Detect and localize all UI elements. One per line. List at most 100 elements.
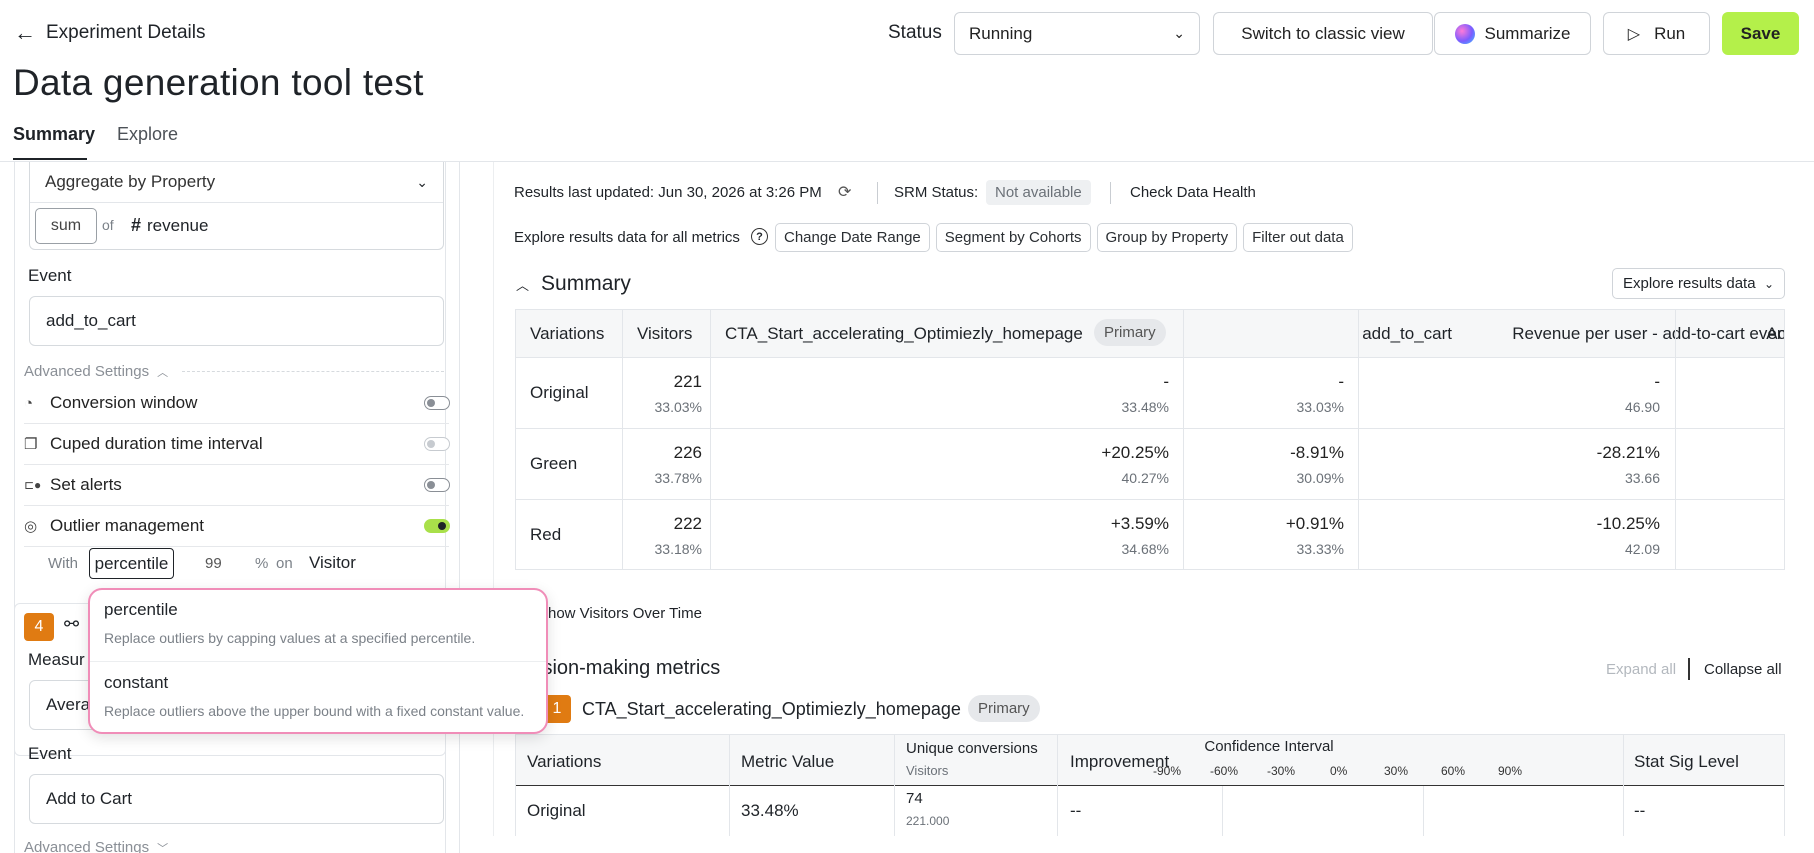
status-value: Running [969,23,1033,43]
summary-title: Summary [541,272,631,295]
revenue-value: 33.66 [1624,470,1660,486]
mt-header-ci: Confidence Interval [1204,738,1334,755]
chevron-down-icon: ⌄ [1763,276,1774,291]
alerts-toggle[interactable] [424,478,450,492]
outlier-method-dropdown: percentile Replace outliers by capping v… [88,588,548,734]
with-label: With [48,555,78,572]
setting-outlier: ◎ Outlier management [24,506,449,547]
event-value-2: Add to Cart [46,789,132,808]
setting-conversion-window: ◔ Conversion window [24,383,449,424]
table-row[interactable]: Red 222 33.18% +3.59% 34.68% +0.91% 33.3… [516,500,1784,569]
revenue-property[interactable]: # revenue [131,215,208,236]
page-bottom-fade [493,836,1814,853]
tab-summary[interactable]: Summary [13,124,95,145]
summarize-button[interactable]: Summarize [1434,12,1591,55]
percentile-value[interactable]: 99 [205,555,222,572]
status-select[interactable]: Running ⌄ [954,12,1200,55]
cuped-toggle[interactable] [424,437,450,451]
revenue-improvement: -28.21% [1596,443,1660,462]
cta-value: 40.27% [1121,470,1169,486]
ci-tick: 0% [1330,764,1348,778]
table-row[interactable]: Original 221 33.03% - 33.48% - 33.03% - … [516,358,1784,429]
explore-results-button[interactable]: Explore results data ⌄ [1612,268,1785,299]
dropdown-option-constant[interactable]: constant Replace outliers above the uppe… [90,662,546,732]
event-input[interactable]: add_to_cart [29,296,444,346]
help-icon[interactable]: ? [751,228,768,245]
sum-input[interactable]: sum [35,208,97,244]
summary-collapse[interactable]: ︿ Summary [516,272,631,296]
back-button[interactable]: ← Experiment Details [14,22,205,44]
event-label-2: Event [28,744,72,763]
revenue-improvement: - [1654,372,1660,391]
ci-tick: -60% [1210,764,1239,778]
divider [877,182,878,204]
status-label: Status [888,22,942,43]
primary-badge: Primary [1094,319,1166,346]
metric-primary-badge: Primary [968,695,1040,722]
outlier-toggle[interactable] [424,519,450,533]
cta-improvement: +20.25% [1101,443,1169,462]
table-row[interactable]: Original 33.48% 74 221.000 -- -- [516,786,1784,832]
page-title: Data generation tool test [13,62,424,103]
chevron-up-icon: ︿ [157,366,169,379]
table-row[interactable]: Green 226 33.78% +20.25% 40.27% -8.91% 3… [516,429,1784,500]
cta-value: 34.68% [1121,541,1169,557]
segment-cohorts-button[interactable]: Segment by Cohorts [935,223,1091,252]
cart-improvement: +0.91% [1285,514,1344,533]
collapse-all-button[interactable]: Collapse all [1704,661,1782,678]
percent-sign: % [255,555,269,572]
dropdown-option-percentile[interactable]: percentile Replace outliers by capping v… [90,590,546,662]
option-title: percentile [104,600,178,619]
header-cta-metric: CTA_Start_accelerating_Optimiezly_homepa… [725,324,1083,343]
event-input-2[interactable]: Add to Cart [29,774,444,824]
setting-label: Conversion window [50,393,198,412]
explore-text: Explore results data for all metrics [514,229,740,246]
advanced-settings-toggle[interactable]: Advanced Settings ︿ [24,363,444,380]
option-title: constant [104,673,169,692]
save-button[interactable]: Save [1722,12,1799,55]
divider [1688,658,1690,680]
filter-data-button[interactable]: Filter out data [1243,223,1353,252]
ci-tick: -30% [1267,764,1296,778]
visitors-count: 226 [673,443,702,462]
visitors-pct: 33.18% [654,541,702,557]
target-icon: ◎ [24,518,38,535]
outlier-method-select[interactable]: percentile [89,548,174,579]
arrow-left-icon: ← [14,20,36,45]
chevron-up-icon: ︿ [516,277,530,293]
expand-all-button[interactable]: Expand all [1606,661,1676,678]
mt-variation-name: Original [527,801,586,820]
left-panel: Aggregate by Property ⌄ sum of # revenue… [0,162,460,853]
refresh-icon[interactable]: ⟳ [838,182,851,202]
group-property-button[interactable]: Group by Property [1096,223,1238,252]
clock-icon: ◔ [24,394,34,412]
advanced-label-2: Advanced Settings [24,839,150,853]
header-add-partial: Add t [1766,324,1784,343]
summary-table: Variations Visitors CTA_Start_accelerati… [515,309,1785,570]
srm-status-badge: Not available [986,180,1091,205]
run-button[interactable]: ▷ Run [1603,12,1710,55]
mt-header-unique: Unique conversions [906,740,1038,757]
show-visitors-toggle[interactable]: how Visitors Over Time [548,605,702,622]
classic-view-button[interactable]: Switch to classic view [1213,12,1433,55]
check-data-health-link[interactable]: Check Data Health [1130,184,1256,201]
ci-tick: 60% [1441,764,1466,778]
mt-improvement: -- [1070,801,1082,820]
advanced-settings-toggle-2[interactable]: Advanced Settings ﹀ [24,839,168,853]
conversion-window-toggle[interactable] [424,396,450,410]
visitors-pct: 33.78% [654,470,702,486]
alert-icon: ⊏● [24,478,42,492]
play-icon: ▷ [1627,25,1641,43]
tab-explore[interactable]: Explore [117,124,178,145]
srm-label: SRM Status: [894,184,979,201]
change-date-range-button[interactable]: Change Date Range [775,223,930,252]
setting-alerts: ⊏● Set alerts [24,465,449,506]
cart-value: 33.03% [1296,399,1344,415]
header-variations: Variations [530,324,605,343]
revenue-improvement: -10.25% [1596,514,1660,533]
decision-metrics-title: ision-making metrics [538,657,721,679]
cart-improvement: -8.91% [1290,443,1344,462]
tab-summary-underline [13,158,87,160]
summarize-label: Summarize [1484,23,1571,43]
visitor-label: Visitor [309,553,356,572]
